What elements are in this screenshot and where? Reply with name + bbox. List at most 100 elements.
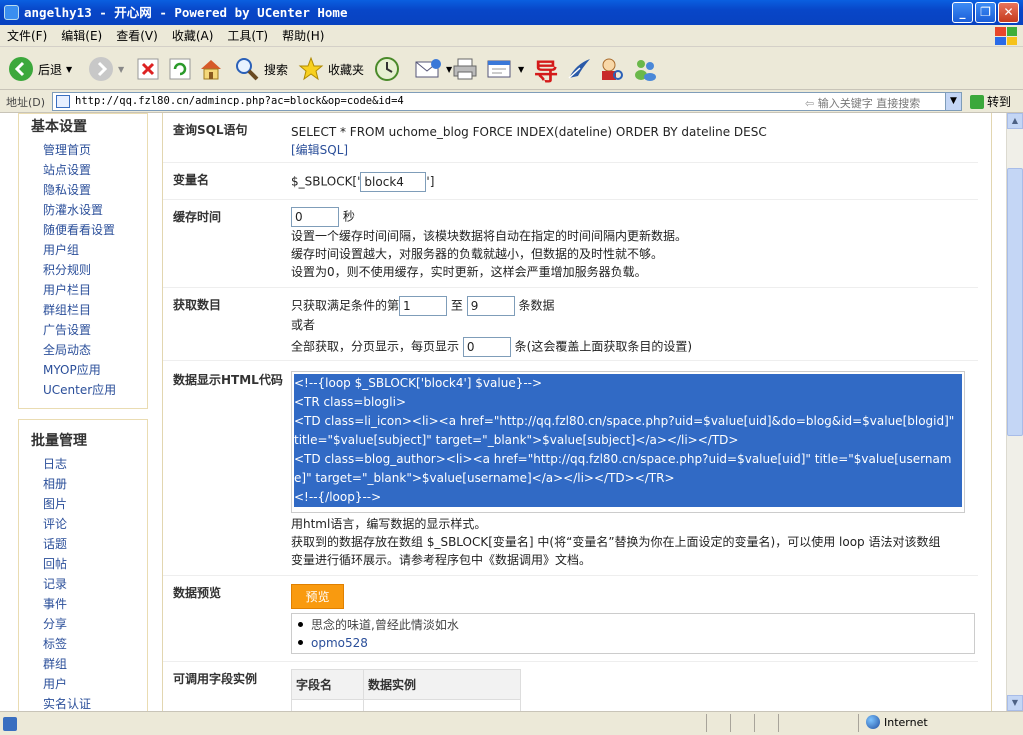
fetch-text: 条(这会覆盖上面获取条目的设置): [514, 339, 693, 354]
print-button[interactable]: [452, 52, 478, 86]
contacts-button[interactable]: [632, 52, 658, 86]
sidebar-item[interactable]: 标签: [43, 634, 147, 654]
var-name-input[interactable]: block4: [360, 172, 427, 192]
scroll-thumb[interactable]: [1007, 168, 1023, 436]
back-dropdown-icon[interactable]: ▼: [66, 65, 72, 74]
sidebar-item[interactable]: MYOP应用: [43, 360, 147, 380]
maximize-button[interactable]: ❐: [975, 2, 996, 23]
browser-window: angelhy13 - 开心网 - Powered by UCenter Hom…: [0, 0, 1023, 735]
sidebar-item[interactable]: UCenter应用: [43, 380, 147, 400]
sidebar-item[interactable]: 用户栏目: [43, 280, 147, 300]
preview-item[interactable]: opmo528: [296, 634, 974, 652]
stop-button[interactable]: [136, 52, 160, 86]
sidebar-item[interactable]: 日志: [43, 454, 147, 474]
feather-icon: [568, 59, 590, 79]
sidebar-section-basic: 基本设置 管理首页 站点设置 隐私设置 防灌水设置 随便看看设置 用户组 积分规…: [18, 113, 148, 409]
block-form: 查询SQL语句 SELECT * FROM uchome_blog FORCE …: [162, 113, 992, 711]
home-button[interactable]: [198, 52, 224, 86]
sidebar-item[interactable]: 用户: [43, 674, 147, 694]
status-divider: [754, 714, 755, 732]
menu-tools[interactable]: 工具(T): [220, 25, 275, 47]
scroll-up-icon[interactable]: ▲: [1007, 113, 1023, 129]
address-dropdown-icon[interactable]: ▼: [945, 93, 961, 110]
preview-button[interactable]: 预览: [291, 584, 344, 609]
close-button[interactable]: ✕: [998, 2, 1019, 23]
menu-edit[interactable]: 编辑(E): [54, 25, 109, 47]
address-url[interactable]: http://qq.fzl80.cn/admincp.php?ac=block&…: [75, 95, 404, 107]
sidebar-item[interactable]: 防灌水设置: [43, 200, 147, 220]
sidebar-item[interactable]: 事件: [43, 594, 147, 614]
back-button[interactable]: 后退 ▼: [8, 52, 72, 86]
sql-label: 查询SQL语句: [173, 123, 248, 137]
edit-sql-link[interactable]: [编辑SQL]: [291, 141, 767, 159]
sidebar-item[interactable]: 图片: [43, 494, 147, 514]
sidebar-item[interactable]: 分享: [43, 614, 147, 634]
forward-dropdown-icon[interactable]: ▼: [118, 65, 124, 74]
forward-button[interactable]: ▼: [88, 52, 124, 86]
go-button[interactable]: 转到: [970, 93, 1011, 110]
edit-button[interactable]: ▼: [486, 52, 524, 86]
home-icon: [201, 60, 221, 80]
sidebar-item[interactable]: 管理首页: [43, 140, 147, 160]
preview-item[interactable]: 思念的味道,曾经此情淡如水: [296, 616, 974, 634]
sidebar-item[interactable]: 群组: [43, 654, 147, 674]
sidebar-item[interactable]: 记录: [43, 574, 147, 594]
search-label: 搜索: [264, 62, 289, 77]
fetch-or: 或者: [291, 318, 316, 332]
sidebar-section-title: 批量管理: [31, 433, 87, 449]
preview-list: 思念的味道,曾经此情淡如水 opmo528: [291, 613, 975, 654]
fields-header: 数据实例: [363, 669, 521, 700]
favorites-button[interactable]: 收藏夹: [298, 52, 364, 86]
window-title: angelhy13 - 开心网 - Powered by UCenter Hom…: [24, 5, 348, 20]
search-button[interactable]: 搜索: [234, 52, 288, 86]
sidebar-item[interactable]: 隐私设置: [43, 180, 147, 200]
history-button[interactable]: [374, 52, 400, 86]
messenger-button[interactable]: [566, 52, 592, 86]
sidebar-item[interactable]: 话题: [43, 534, 147, 554]
menu-help[interactable]: 帮助(H): [275, 25, 331, 47]
sidebar-item[interactable]: 随便看看设置: [43, 220, 147, 240]
scroll-down-icon[interactable]: ▼: [1007, 695, 1023, 711]
ie-app-icon: [4, 5, 19, 20]
refresh-button[interactable]: [168, 52, 192, 86]
menu-file[interactable]: 文件(F): [0, 25, 54, 47]
fetch-start-input[interactable]: 1: [399, 296, 448, 316]
sidebar-item[interactable]: 评论: [43, 514, 147, 534]
address-input[interactable]: http://qq.fzl80.cn/admincp.php?ac=block&…: [52, 92, 962, 111]
per-page-input[interactable]: 0: [462, 337, 511, 357]
cache-row: 缓存时间 0 秒 设置一个缓存时间间隔，该模块数据将自动在指定的时间间隔内更新数…: [163, 200, 978, 288]
fetch-label: 获取数目: [173, 298, 222, 312]
research-button[interactable]: [598, 52, 624, 86]
sidebar-item[interactable]: 广告设置: [43, 320, 147, 340]
window-controls: _ ❐ ✕: [952, 2, 1019, 23]
sidebar-item[interactable]: 站点设置: [43, 160, 147, 180]
sidebar-section-batch: 批量管理 日志 相册 图片 评论 话题 回帖 记录 事件 分享 标签 群组 用户…: [18, 419, 148, 711]
mail-button[interactable]: ▼: [414, 52, 452, 86]
fields-label: 可调用字段实例: [173, 672, 258, 686]
menu-favorites[interactable]: 收藏(A): [165, 25, 221, 47]
sidebar-item[interactable]: 全局动态: [43, 340, 147, 360]
vertical-scrollbar[interactable]: ▲ ▼: [1006, 113, 1023, 711]
sidebar-item[interactable]: 积分规则: [43, 260, 147, 280]
sidebar-item[interactable]: 回帖: [43, 554, 147, 574]
edit-dropdown-icon[interactable]: ▼: [518, 65, 524, 74]
import-guide-button[interactable]: 导: [534, 52, 558, 86]
fields-cell: [291, 699, 364, 711]
forward-arrow-icon: [89, 57, 113, 81]
fetch-text: 条数据: [518, 298, 555, 313]
sidebar-item[interactable]: 相册: [43, 474, 147, 494]
minimize-button[interactable]: _: [952, 2, 973, 23]
sidebar-item[interactable]: 群组栏目: [43, 300, 147, 320]
menu-view[interactable]: 查看(V): [109, 25, 165, 47]
page-status-icon: [3, 717, 17, 731]
status-bar: Internet: [0, 711, 1023, 735]
preview-item-text[interactable]: 思念的味道,曾经此情淡如水: [311, 618, 459, 632]
html-code-textarea[interactable]: <!--{loop $_SBLOCK['block4'] $value}--> …: [291, 371, 965, 513]
sidebar-item[interactable]: 实名认证: [43, 694, 147, 711]
sidebar-item[interactable]: 用户组: [43, 240, 147, 260]
fetch-end-input[interactable]: 9: [466, 296, 515, 316]
cache-time-input[interactable]: 0: [291, 207, 339, 227]
preview-item-text[interactable]: opmo528: [311, 636, 368, 650]
sidebar-section-title: 基本设置: [31, 119, 87, 135]
title-bar: angelhy13 - 开心网 - Powered by UCenter Hom…: [0, 0, 1023, 25]
